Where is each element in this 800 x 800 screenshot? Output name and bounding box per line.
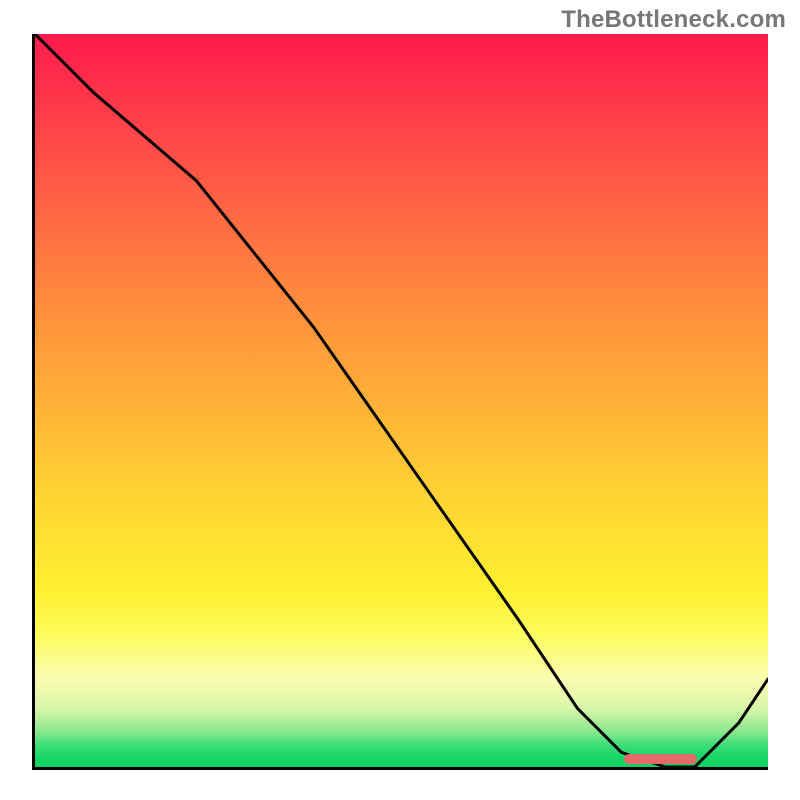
optimal-range-marker	[624, 754, 698, 764]
chart-container: TheBottleneck.com	[0, 0, 800, 800]
plot-area	[32, 34, 768, 770]
attribution-text: TheBottleneck.com	[561, 6, 786, 34]
curve-path	[35, 34, 768, 767]
curve-svg	[35, 34, 768, 767]
